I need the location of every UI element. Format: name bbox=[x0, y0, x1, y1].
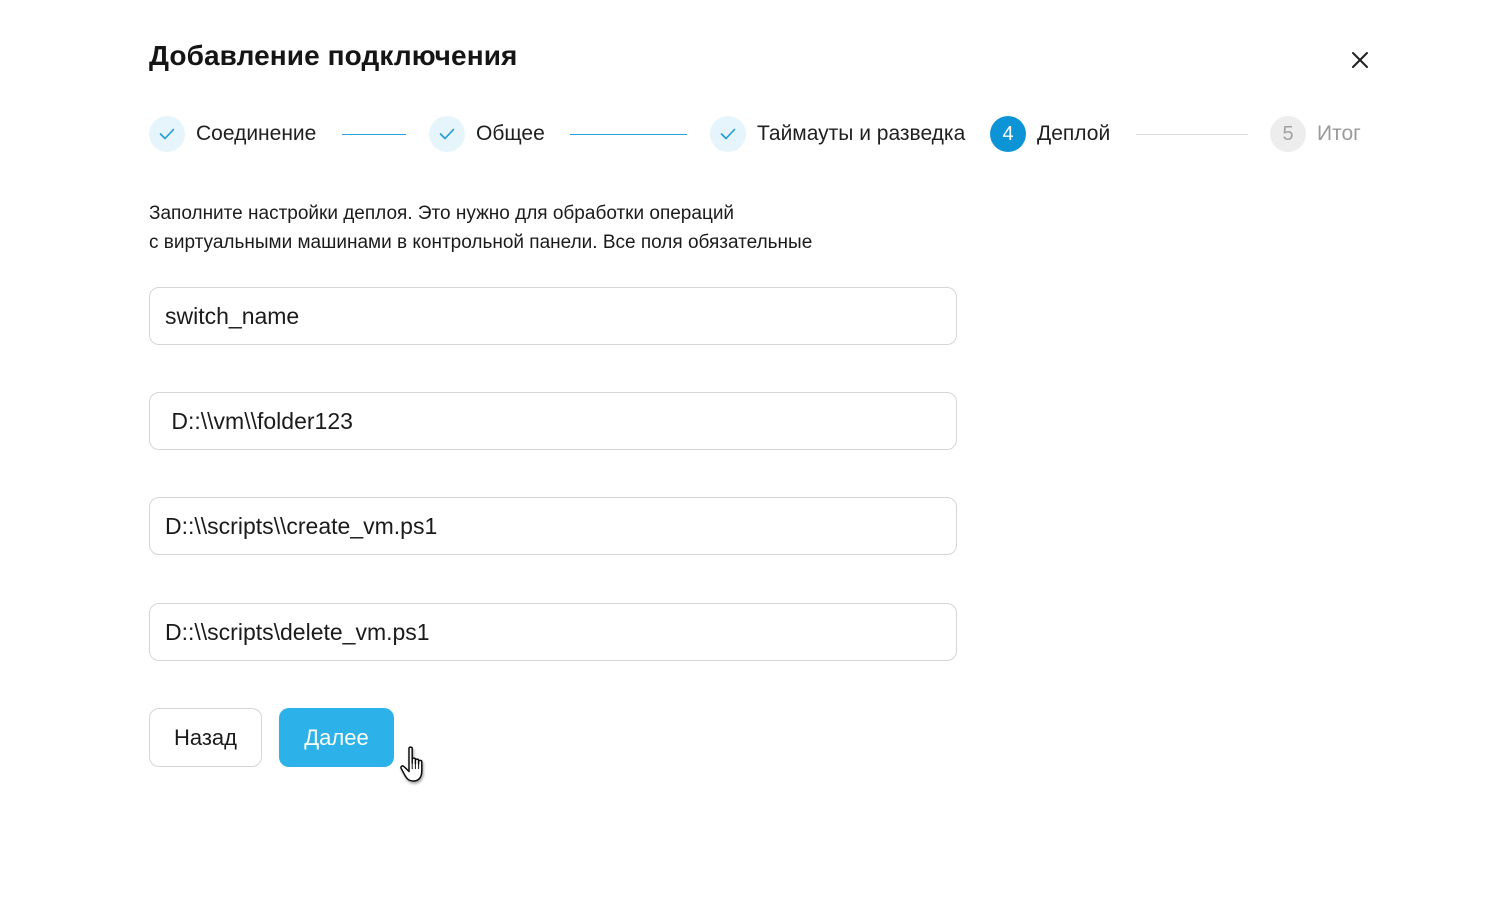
step-check-icon bbox=[710, 116, 746, 152]
step-connection[interactable]: Соединение bbox=[149, 116, 316, 152]
step-label: Соединение bbox=[196, 122, 317, 145]
step-label: Итог bbox=[1317, 122, 1361, 145]
step-summary[interactable]: 5 Итог bbox=[1270, 116, 1361, 152]
step-deploy[interactable]: 4 Деплой bbox=[990, 116, 1110, 152]
step-connector bbox=[570, 134, 687, 135]
delete-script-input[interactable] bbox=[149, 603, 957, 661]
step-label: Таймауты и разведка bbox=[757, 122, 966, 145]
step-number: 5 bbox=[1270, 116, 1306, 152]
hand-pointer-icon bbox=[400, 746, 423, 782]
description-line: Заполните настройки деплоя. Это нужно дл… bbox=[149, 203, 735, 224]
step-connector bbox=[1136, 134, 1248, 135]
step-label: Общее bbox=[476, 122, 545, 145]
next-button[interactable]: Далее bbox=[279, 708, 394, 767]
switch-name-input[interactable] bbox=[149, 287, 957, 345]
close-icon bbox=[1352, 52, 1368, 68]
back-button[interactable]: Назад bbox=[149, 708, 262, 767]
dialog-title: Добавление подключения bbox=[149, 40, 518, 71]
step-check-icon bbox=[429, 116, 465, 152]
create-script-input[interactable] bbox=[149, 497, 957, 555]
description: Заполните настройки деплоя. Это нужно дл… bbox=[149, 199, 929, 257]
step-general[interactable]: Общее bbox=[429, 116, 545, 152]
step-label: Деплой bbox=[1037, 122, 1111, 145]
close-button[interactable] bbox=[1346, 46, 1374, 74]
step-connector bbox=[342, 134, 406, 135]
step-check-icon bbox=[149, 116, 185, 152]
stepper: Соединение Общее Таймауты и разведка 4 Д… bbox=[149, 116, 1369, 154]
vm-folder-input[interactable] bbox=[149, 392, 957, 450]
step-timeouts[interactable]: Таймауты и разведка bbox=[710, 116, 965, 152]
step-number: 4 bbox=[990, 116, 1026, 152]
description-line: с виртуальными машинами в контрольной па… bbox=[149, 232, 813, 253]
